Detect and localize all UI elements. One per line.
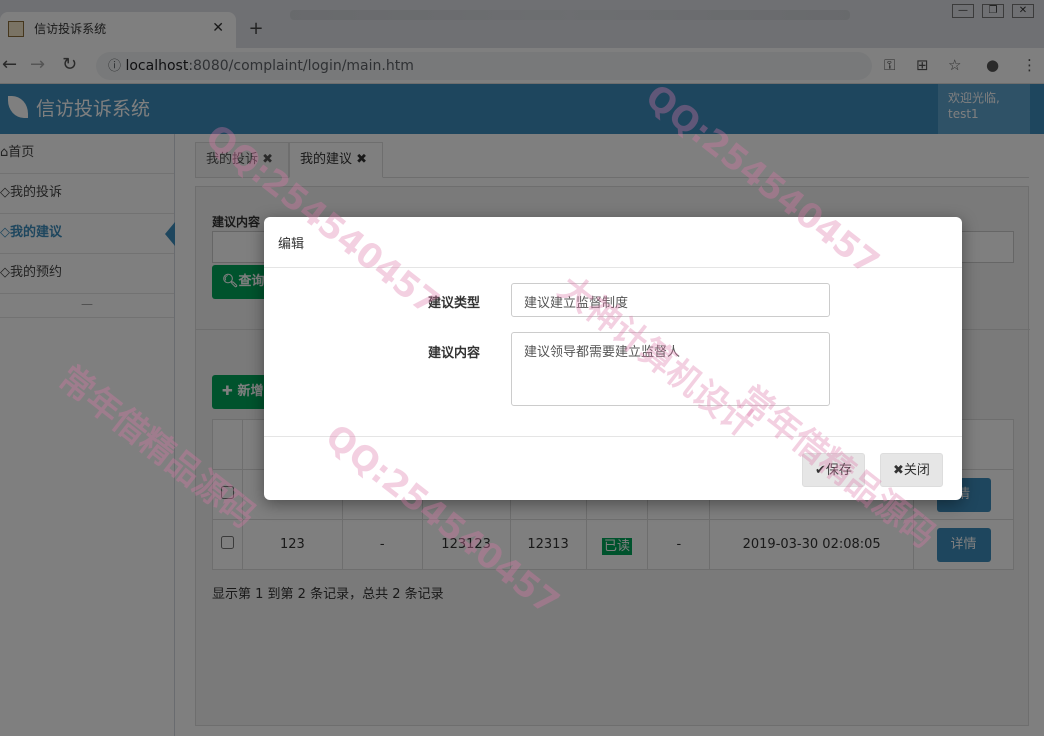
close-button[interactable]: ✖关闭 bbox=[880, 453, 943, 487]
save-button[interactable]: ✔保存 bbox=[802, 453, 865, 487]
suggestion-type-input[interactable]: 建议建立监督制度 bbox=[511, 283, 830, 317]
edit-dialog: 编辑 建议类型 建议建立监督制度 建议内容 建议领导都需要建立监督人 ✔保存 ✖… bbox=[264, 217, 962, 500]
suggestion-content-textarea[interactable]: 建议领导都需要建立监督人 bbox=[511, 332, 830, 406]
type-label: 建议类型 bbox=[427, 296, 480, 311]
close-icon: ✖ bbox=[893, 463, 904, 478]
dialog-footer: ✔保存 ✖关闭 bbox=[264, 436, 962, 500]
save-label: 保存 bbox=[825, 463, 852, 478]
dialog-title: 编辑 bbox=[264, 217, 962, 268]
check-icon: ✔ bbox=[815, 463, 826, 478]
content-label: 建议内容 bbox=[427, 346, 480, 361]
close-label: 关闭 bbox=[903, 463, 930, 478]
